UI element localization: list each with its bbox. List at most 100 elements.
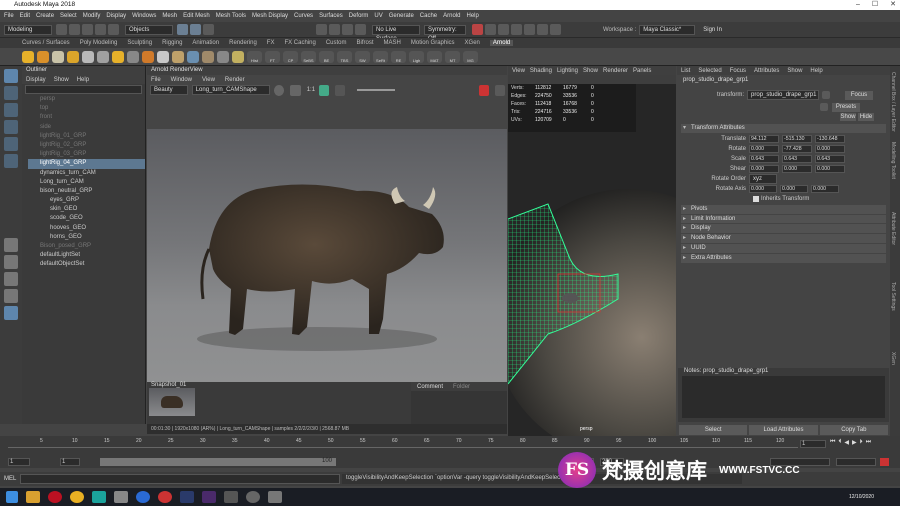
menu-mesh[interactable]: Mesh xyxy=(162,13,177,19)
shelf-tool-icon[interactable] xyxy=(232,50,244,63)
sign-in-button[interactable]: Sign In xyxy=(703,27,722,33)
show-button[interactable]: Show xyxy=(840,113,856,121)
render-image[interactable] xyxy=(147,129,507,382)
shelf-tool-icon[interactable] xyxy=(82,50,94,63)
shelf-sw-icon[interactable]: SW xyxy=(355,50,370,63)
current-frame-field[interactable]: 1 xyxy=(800,440,826,448)
shelf-mt-icon[interactable]: MT xyxy=(445,50,460,63)
select-button[interactable]: Select xyxy=(679,425,748,435)
menu-display[interactable]: Display xyxy=(106,13,126,19)
redo-icon[interactable] xyxy=(108,24,119,35)
shelf-sebs-icon[interactable]: SeBS xyxy=(301,50,316,63)
menu-mesh-tools[interactable]: Mesh Tools xyxy=(216,13,246,19)
shelf-cp-icon[interactable]: CP xyxy=(283,50,298,63)
stop-render-icon[interactable] xyxy=(478,84,489,96)
snap-view-icon[interactable] xyxy=(355,24,366,35)
render-setup-icon[interactable] xyxy=(537,24,548,35)
menu-select[interactable]: Select xyxy=(60,13,77,19)
notes-textarea[interactable] xyxy=(682,376,885,418)
outliner-search-input[interactable] xyxy=(25,85,142,94)
rotate-order-dropdown[interactable]: xyz xyxy=(749,173,777,184)
outliner-menu-help[interactable]: Help xyxy=(77,77,89,83)
premiere-icon[interactable] xyxy=(202,491,216,503)
menu-cache[interactable]: Cache xyxy=(420,13,437,19)
selection-mode-dropdown[interactable]: Objects xyxy=(125,24,173,35)
tab-sculpting[interactable]: Sculpting xyxy=(127,40,152,46)
sidebar-tab-modelling-toolkit[interactable]: Modelling Toolkit xyxy=(890,136,896,206)
file-explorer-icon[interactable] xyxy=(26,491,40,503)
shelf-re-icon[interactable]: RE xyxy=(391,50,406,63)
shelf-tool-icon[interactable] xyxy=(142,50,154,63)
tab-xgen[interactable]: XGen xyxy=(465,40,480,46)
tab-animation[interactable]: Animation xyxy=(192,40,219,46)
shelf-sert-icon[interactable]: SeRt xyxy=(373,50,388,63)
section-uuid[interactable]: UUID xyxy=(681,243,886,253)
menu-windows[interactable]: Windows xyxy=(132,13,156,19)
menu-surfaces[interactable]: Surfaces xyxy=(319,13,343,19)
zoom-ratio[interactable]: 1:1 xyxy=(307,87,315,93)
attr-menu-list[interactable]: List xyxy=(681,68,690,74)
shelf-ft-icon[interactable]: FT xyxy=(265,50,280,63)
inherits-transform-checkbox[interactable] xyxy=(753,195,759,202)
shelf-tbs-icon[interactable]: TBS xyxy=(337,50,352,63)
outliner-item[interactable]: top xyxy=(28,104,145,113)
shelf-tool-icon[interactable] xyxy=(52,50,64,63)
open-scene-icon[interactable] xyxy=(69,24,80,35)
section-limit-information[interactable]: Limit Information xyxy=(681,214,886,224)
snapshot-thumbnail[interactable] xyxy=(149,388,195,416)
scale-field[interactable]: 0.643 xyxy=(749,154,779,163)
light-editor-icon[interactable] xyxy=(550,24,561,35)
sidebar-tab-attribute-editor[interactable]: Attribute Editor xyxy=(890,206,896,276)
shelf-tool-icon[interactable] xyxy=(202,50,214,63)
viewport-menu-panels[interactable]: Panels xyxy=(633,68,651,74)
outliner-item[interactable]: defaultObjectSet xyxy=(28,260,145,269)
hide-button[interactable]: Hide xyxy=(858,113,874,121)
workspace-dropdown[interactable]: Maya Classic* xyxy=(639,24,696,35)
scale-tool-icon[interactable] xyxy=(4,154,18,168)
save-scene-icon[interactable] xyxy=(82,24,93,35)
tab-bifrost[interactable]: Bifrost xyxy=(357,40,374,46)
render-icon[interactable] xyxy=(472,24,483,35)
chrome-icon[interactable] xyxy=(70,491,84,503)
attr-menu-attributes[interactable]: Attributes xyxy=(754,68,779,74)
outliner-item[interactable]: lightRig_03_GRP xyxy=(28,150,145,159)
shelf-tool-icon[interactable] xyxy=(112,50,124,63)
single-perspective-layout-icon[interactable] xyxy=(4,238,18,252)
shelf-tool-icon[interactable] xyxy=(217,50,229,63)
viewport-menu-lighting[interactable]: Lighting xyxy=(557,68,578,74)
outliner-item[interactable]: horns_GEO xyxy=(28,233,145,242)
maximize-icon[interactable]: ☐ xyxy=(872,0,878,10)
tab-motion-graphics[interactable]: Motion Graphics xyxy=(411,40,455,46)
graph-layout-icon[interactable] xyxy=(4,289,18,303)
minimize-icon[interactable]: – xyxy=(856,0,860,10)
obs-icon[interactable] xyxy=(224,491,238,503)
tab-curves-surfaces[interactable]: Curves / Surfaces xyxy=(22,40,70,46)
sidebar-tab-channel-box-layer-editor[interactable]: Channel Box / Layer Editor xyxy=(890,66,896,136)
mel-label[interactable]: MEL xyxy=(0,476,20,482)
rotate-axis-y[interactable]: 0.000 xyxy=(780,184,808,193)
shelf-tool-icon[interactable] xyxy=(97,50,109,63)
shelf-tool-icon[interactable] xyxy=(187,50,199,63)
outliner-item[interactable]: Bison_posed_GRP xyxy=(28,242,145,251)
rotate-field[interactable]: 0.000 xyxy=(749,144,779,153)
render-play-icon[interactable] xyxy=(274,84,285,96)
node-tab[interactable]: prop_studio_drape_grp1 xyxy=(677,75,890,85)
load-attributes-button[interactable]: Load Attributes xyxy=(749,425,818,435)
outliner-menu-display[interactable]: Display xyxy=(26,77,46,83)
translate-field[interactable]: -515.130 xyxy=(782,134,812,143)
tab-comment[interactable]: Comment xyxy=(417,384,443,390)
select-by-component-icon[interactable] xyxy=(203,24,214,35)
render-settings-icon[interactable] xyxy=(498,24,509,35)
outliner-item[interactable]: hooves_GEO xyxy=(28,224,145,233)
symmetry-dropdown[interactable]: Symmetry: Off xyxy=(424,24,466,42)
photoshop-icon[interactable] xyxy=(180,491,194,503)
focus-button[interactable]: Focus xyxy=(845,90,874,100)
attr-menu-show[interactable]: Show xyxy=(787,68,802,74)
play-forward-icon[interactable]: ▶ xyxy=(852,439,857,446)
menu-edit-mesh[interactable]: Edit Mesh xyxy=(183,13,210,19)
section-display[interactable]: Display xyxy=(681,224,886,234)
range-bar[interactable]: 100 xyxy=(100,458,336,466)
rotate-axis-z[interactable]: 0.000 xyxy=(811,184,839,193)
outliner-item[interactable]: lightRig_01_GRP xyxy=(28,132,145,141)
renderview-menu-render[interactable]: Render xyxy=(225,77,245,83)
